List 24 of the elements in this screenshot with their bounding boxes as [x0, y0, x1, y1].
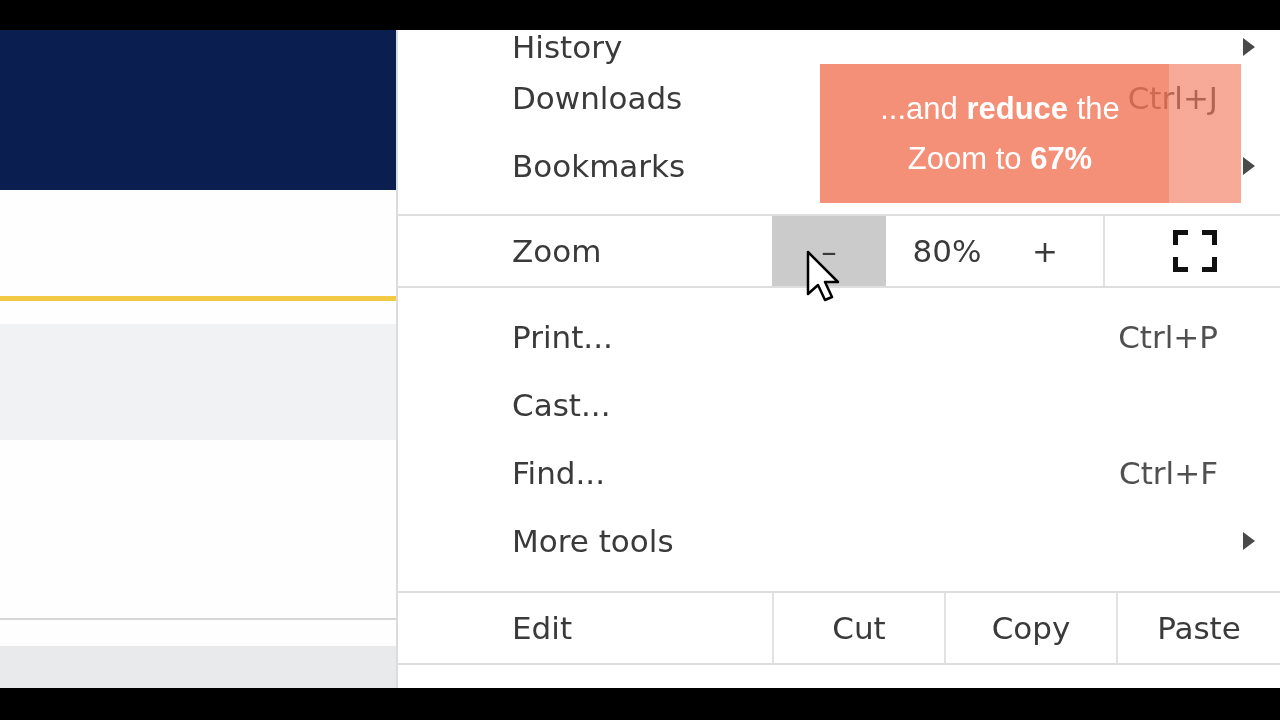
menu-item[interactable]: History — [512, 30, 623, 65]
edit-action-button[interactable]: Copy — [944, 593, 1116, 663]
zoom-level-text: 80% — [911, 232, 983, 271]
fullscreen-icon — [1173, 230, 1217, 272]
shortcut-text: Ctrl+P — [1118, 319, 1218, 355]
caret-icon — [1243, 38, 1255, 56]
menu-item[interactable]: Print... — [512, 319, 613, 355]
edit-action-button[interactable]: Cut — [772, 593, 944, 663]
zoom-out-button[interactable]: – — [772, 216, 886, 286]
cursor-icon — [806, 250, 840, 302]
callout-text: ...and reduce the Zoom to 67% — [879, 89, 1121, 178]
shortcut-text: Ctrl+J — [1127, 80, 1218, 116]
zoom-in-button[interactable]: + — [1008, 216, 1082, 286]
caret-icon — [1243, 532, 1255, 550]
edit-label: Edit — [511, 609, 574, 648]
shortcut-text: Ctrl+F — [1119, 455, 1218, 491]
menu-item[interactable]: Downloads — [512, 80, 683, 116]
edit-action-button[interactable]: Paste — [1116, 593, 1280, 663]
caret-icon — [1243, 157, 1255, 175]
menu-item[interactable]: Find... — [512, 455, 606, 491]
menu-item[interactable]: Cast... — [512, 387, 611, 423]
menu-item[interactable]: More tools — [512, 523, 674, 559]
menu-item[interactable]: Bookmarks — [512, 148, 686, 184]
zoom-label: Zoom — [511, 232, 603, 271]
